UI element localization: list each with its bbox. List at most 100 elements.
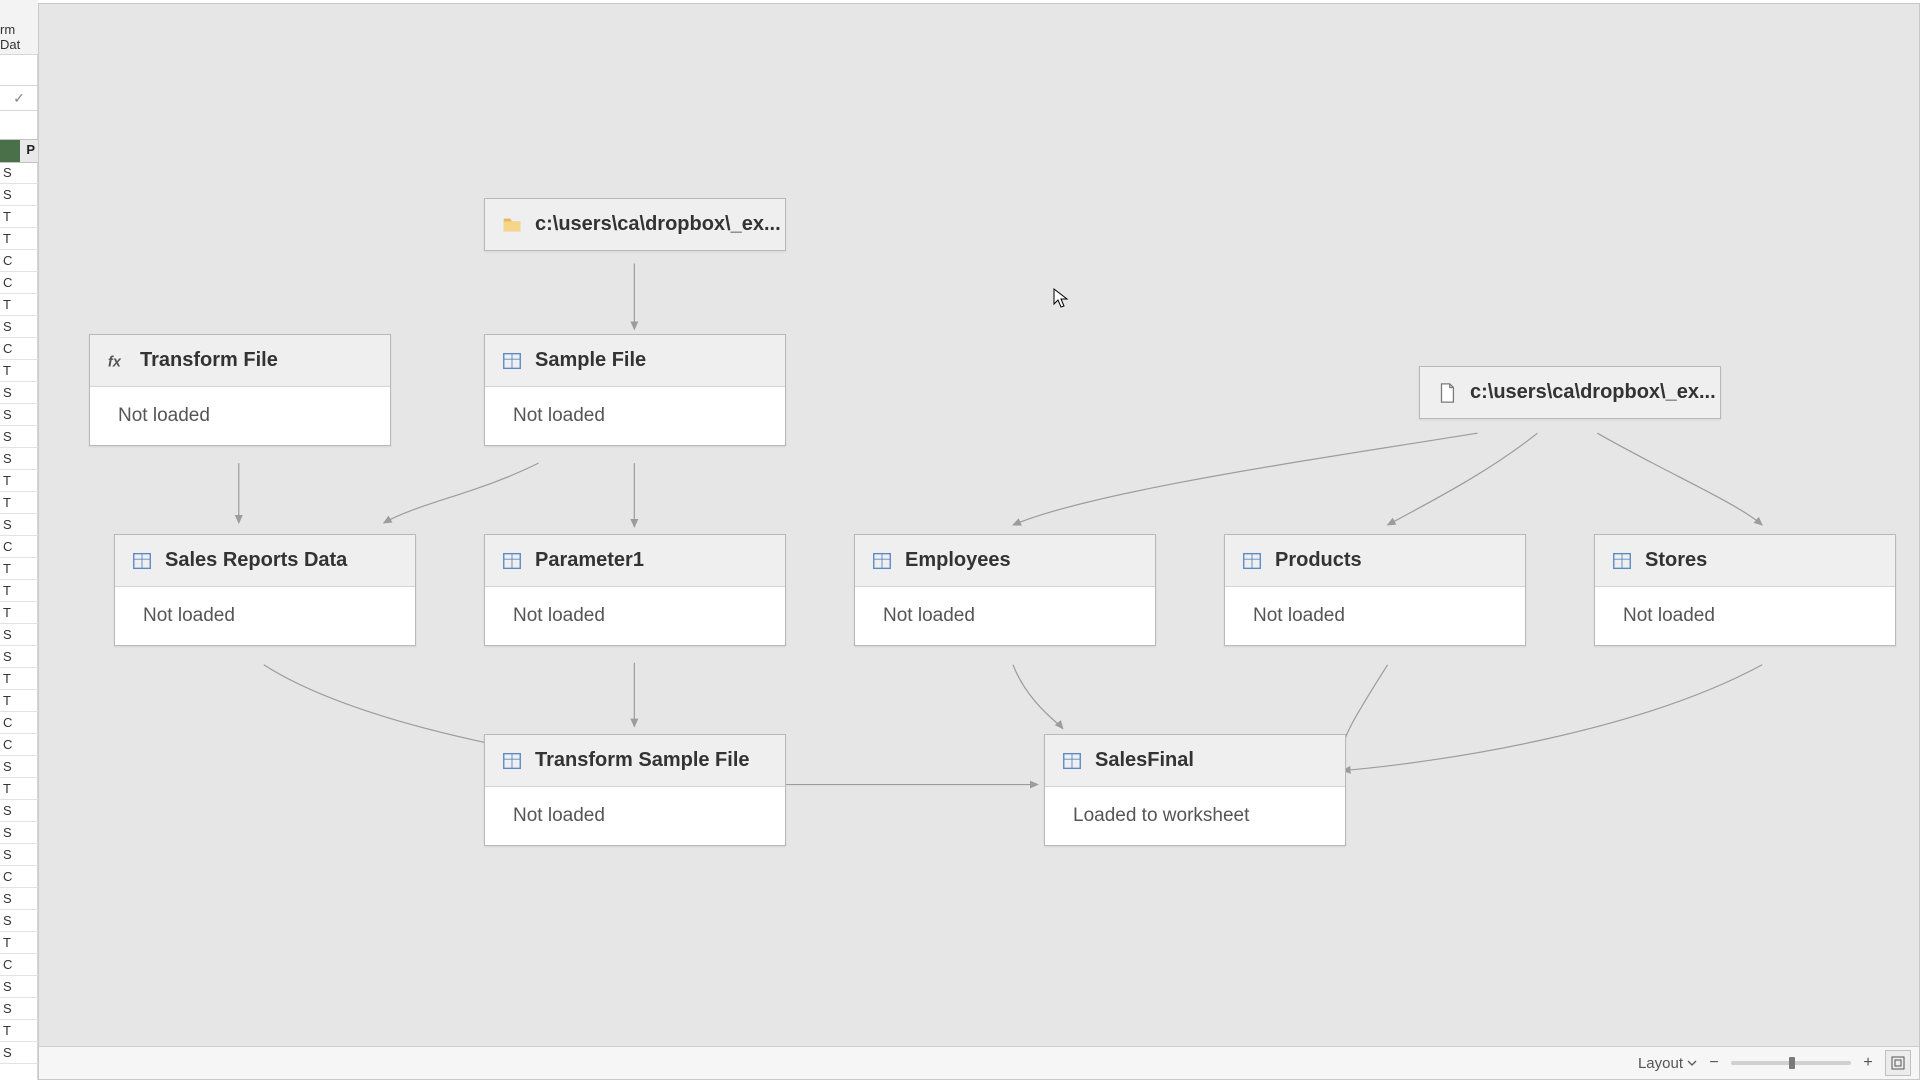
node-title: Parameter1 — [535, 549, 644, 572]
cell-sliver[interactable]: S — [0, 624, 38, 646]
folder-icon — [501, 214, 523, 236]
cell-sliver[interactable]: S — [0, 162, 38, 184]
table-icon — [871, 550, 893, 572]
cell-sliver[interactable]: C — [0, 866, 38, 888]
cell-sliver[interactable]: C — [0, 712, 38, 734]
cell-sliver[interactable]: T — [0, 294, 38, 316]
cell-sliver[interactable]: T — [0, 470, 38, 492]
table-icon — [1241, 550, 1263, 572]
node-status: Not loaded — [855, 587, 1155, 645]
cell-sliver[interactable]: S — [0, 844, 38, 866]
row-slivers: SSTTCCTSCTSSSSTTSCTTTSSTTCCSTSSSCSSTCSST… — [0, 162, 38, 1080]
node-source-file[interactable]: c:\users\ca\dropbox\_ex... — [1419, 366, 1721, 419]
node-parameter1[interactable]: Parameter1 Not loaded — [484, 534, 786, 646]
ribbon-fragment: rm Dat — [0, 0, 38, 55]
cell-sliver[interactable]: S — [0, 426, 38, 448]
zoom-slider[interactable] — [1731, 1061, 1851, 1065]
node-status: Not loaded — [1225, 587, 1525, 645]
cell-sliver[interactable]: S — [0, 756, 38, 778]
cell-sliver[interactable]: C — [0, 338, 38, 360]
node-title: SalesFinal — [1095, 749, 1194, 772]
cell-sliver[interactable]: C — [0, 536, 38, 558]
cell-sliver[interactable]: S — [0, 888, 38, 910]
node-status: Not loaded — [485, 787, 785, 845]
cell-sliver[interactable]: T — [0, 558, 38, 580]
node-sales-final[interactable]: SalesFinal Loaded to worksheet — [1044, 734, 1346, 846]
table-icon — [1061, 750, 1083, 772]
layout-dropdown[interactable]: Layout — [1638, 1055, 1697, 1072]
node-products[interactable]: Products Not loaded — [1224, 534, 1526, 646]
cell-sliver[interactable]: S — [0, 448, 38, 470]
cell-sliver[interactable]: C — [0, 272, 38, 294]
cell-sliver[interactable]: T — [0, 492, 38, 514]
cell-sliver[interactable]: C — [0, 734, 38, 756]
file-icon — [1436, 382, 1458, 404]
node-title: Transform Sample File — [535, 749, 750, 772]
node-title: Products — [1275, 549, 1362, 572]
node-title: Sample File — [535, 349, 646, 372]
node-title: Sales Reports Data — [165, 549, 347, 572]
cell-sliver[interactable]: T — [0, 602, 38, 624]
cell-sliver[interactable]: T — [0, 778, 38, 800]
formula-bar-accept[interactable]: ✓ — [0, 85, 38, 111]
spreadsheet-left-edge: rm Dat ✓ P SSTTCCTSCTSSSSTTSCTTTSSTTCCST… — [0, 0, 38, 1080]
svg-text:fx: fx — [108, 354, 122, 370]
zoom-out-button[interactable]: − — [1707, 1056, 1721, 1070]
cell-sliver[interactable]: S — [0, 184, 38, 206]
layout-label: Layout — [1638, 1055, 1683, 1072]
node-stores[interactable]: Stores Not loaded — [1594, 534, 1896, 646]
table-icon — [501, 750, 523, 772]
node-label: c:\users\ca\dropbox\_ex... — [1470, 381, 1716, 404]
node-status: Not loaded — [90, 387, 390, 445]
node-status: Not loaded — [1595, 587, 1895, 645]
cell-sliver[interactable]: S — [0, 910, 38, 932]
cell-sliver[interactable]: T — [0, 206, 38, 228]
node-status: Loaded to worksheet — [1045, 787, 1345, 845]
cell-sliver[interactable]: T — [0, 228, 38, 250]
node-employees[interactable]: Employees Not loaded — [854, 534, 1156, 646]
cell-sliver[interactable]: C — [0, 954, 38, 976]
node-source-folder[interactable]: c:\users\ca\dropbox\_ex... — [484, 198, 786, 251]
node-label: c:\users\ca\dropbox\_ex... — [535, 213, 781, 236]
cell-sliver[interactable]: S — [0, 998, 38, 1020]
column-header-letter: P — [26, 142, 35, 157]
cell-sliver[interactable]: S — [0, 800, 38, 822]
table-icon — [1611, 550, 1633, 572]
ribbon-label: rm Dat — [0, 22, 38, 52]
cell-sliver[interactable]: S — [0, 382, 38, 404]
cell-sliver[interactable]: T — [0, 690, 38, 712]
cell-sliver[interactable]: T — [0, 360, 38, 382]
node-transform-sample-file[interactable]: Transform Sample File Not loaded — [484, 734, 786, 846]
cell-sliver[interactable]: S — [0, 976, 38, 998]
table-icon — [501, 350, 523, 372]
node-title: Employees — [905, 549, 1011, 572]
cell-sliver[interactable]: S — [0, 1042, 38, 1064]
cell-sliver[interactable]: T — [0, 1020, 38, 1042]
chevron-down-icon — [1687, 1055, 1697, 1072]
cell-sliver[interactable]: S — [0, 514, 38, 536]
node-title: Stores — [1645, 549, 1707, 572]
node-sample-file[interactable]: Sample File Not loaded — [484, 334, 786, 446]
cell-sliver[interactable]: T — [0, 668, 38, 690]
node-transform-file[interactable]: fx Transform File Not loaded — [89, 334, 391, 446]
cell-sliver[interactable]: S — [0, 646, 38, 668]
cursor-icon — [1053, 288, 1069, 310]
zoom-thumb[interactable] — [1789, 1057, 1795, 1069]
fit-to-screen-button[interactable] — [1885, 1050, 1911, 1076]
cell-sliver[interactable]: C — [0, 250, 38, 272]
node-status: Not loaded — [485, 587, 785, 645]
table-icon — [501, 550, 523, 572]
column-header[interactable]: P — [0, 139, 38, 163]
zoom-in-button[interactable]: + — [1861, 1056, 1875, 1070]
node-title: Transform File — [140, 349, 278, 372]
table-icon — [131, 550, 153, 572]
query-dependency-canvas[interactable]: c:\users\ca\dropbox\_ex... c:\users\ca\d… — [38, 3, 1920, 1080]
node-sales-reports-data[interactable]: Sales Reports Data Not loaded — [114, 534, 416, 646]
cell-sliver[interactable]: T — [0, 580, 38, 602]
function-icon: fx — [106, 350, 128, 372]
cell-sliver[interactable]: T — [0, 932, 38, 954]
status-bar: Layout − + — [39, 1046, 1919, 1079]
cell-sliver[interactable]: S — [0, 822, 38, 844]
cell-sliver[interactable]: S — [0, 404, 38, 426]
cell-sliver[interactable]: S — [0, 316, 38, 338]
